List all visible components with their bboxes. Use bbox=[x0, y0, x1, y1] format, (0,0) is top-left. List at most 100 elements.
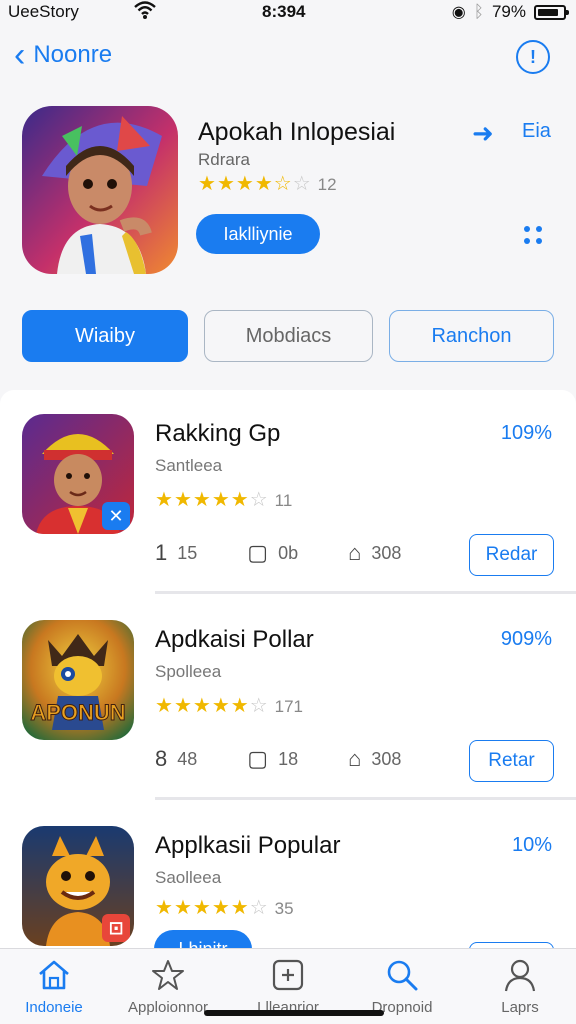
metric-icon: 8 bbox=[155, 746, 168, 771]
divider bbox=[155, 797, 576, 800]
star-icon: ★ bbox=[192, 489, 211, 511]
clock: 8:394 bbox=[262, 2, 306, 21]
category-tabs: Wiaiby Mobdiacs Ranchon bbox=[22, 310, 554, 364]
star-icon: ★ bbox=[254, 173, 273, 195]
tabbar-label: Indoneie bbox=[25, 999, 83, 1016]
app-title: Apdkaisi Pollar bbox=[155, 626, 314, 653]
empty-star-icon: ☆ bbox=[249, 695, 268, 717]
back-button[interactable]: ‹ Noonre bbox=[14, 38, 112, 72]
star-icon bbox=[150, 957, 186, 993]
featured-app-rating: ★ ★ ★ ★ ☆ ☆ 12 bbox=[198, 174, 337, 194]
star-icon: ★ bbox=[173, 897, 192, 919]
tab-ranchon[interactable]: Ranchon bbox=[389, 310, 554, 362]
person-icon bbox=[502, 957, 538, 993]
battery-label: 79% bbox=[491, 2, 526, 21]
rating-count: 11 bbox=[274, 490, 293, 510]
app-icon: APONUN bbox=[22, 620, 134, 740]
metric-value: 48 bbox=[177, 748, 198, 769]
empty-star-icon: ☆ bbox=[249, 897, 268, 919]
star-icon: ★ bbox=[211, 695, 230, 717]
app-list: ✕ Rakking Gp Santleea ★ ★ ★ ★ ★ ☆ 11 109… bbox=[0, 390, 576, 950]
empty-star-icon: ☆ bbox=[249, 489, 268, 511]
star-icon: ★ bbox=[173, 695, 192, 717]
info-icon: ! bbox=[530, 46, 536, 67]
tabbar-label: Apploionnor bbox=[127, 999, 209, 1016]
divider bbox=[155, 591, 576, 594]
home-indicator bbox=[204, 1010, 384, 1016]
tabbar-item-indoneie[interactable]: Indoneie bbox=[4, 957, 104, 1016]
app-percent: 909% bbox=[500, 628, 552, 650]
app-icon: ✕ bbox=[22, 414, 134, 534]
chevron-left-icon: ‹ bbox=[14, 36, 26, 74]
app-percent: 10% bbox=[511, 834, 552, 856]
star-icon: ★ bbox=[211, 897, 230, 919]
app-developer: Saolleea bbox=[155, 868, 222, 887]
back-label: Noonre bbox=[33, 41, 113, 68]
list-item[interactable]: APONUN Apdkaisi Pollar Spolleea ★ ★ ★ ★ … bbox=[0, 596, 576, 800]
empty-star-icon: ☆ bbox=[292, 173, 311, 195]
tabbar-item-apploionnor[interactable]: Apploionnor bbox=[118, 957, 218, 1016]
tab-wiaiby[interactable]: Wiaiby bbox=[22, 310, 188, 362]
metric-downloads: 8 48 bbox=[155, 746, 197, 772]
app-developer: Spolleea bbox=[155, 662, 222, 681]
featured-app-title: Apokah Inlopesiai bbox=[198, 118, 396, 146]
featured-app-icon[interactable] bbox=[22, 106, 178, 274]
app-install-button[interactable]: Lhinitr bbox=[154, 930, 252, 950]
half-star-icon: ☆ bbox=[273, 173, 292, 195]
star-icon: ★ bbox=[211, 489, 230, 511]
search-icon bbox=[384, 957, 420, 993]
tabbar-item-llleanrior[interactable]: Llleanrior bbox=[238, 957, 338, 1016]
metric-value: 0b bbox=[278, 542, 299, 563]
star-icon: ★ bbox=[192, 897, 211, 919]
featured-app-developer: Rdrara bbox=[198, 150, 250, 169]
metric-comments: ▢ 18 bbox=[247, 746, 298, 772]
location-icon: ◉ bbox=[451, 4, 466, 21]
star-icon: ★ bbox=[155, 897, 173, 919]
share-label[interactable]: Eia bbox=[522, 120, 551, 143]
list-item[interactable]: ✕ Rakking Gp Santleea ★ ★ ★ ★ ★ ☆ 11 109… bbox=[0, 390, 576, 594]
app-action-button[interactable]: Retar bbox=[469, 740, 554, 782]
metric-comments: ▢ 0b bbox=[247, 540, 298, 566]
rating-count: 35 bbox=[274, 898, 294, 918]
rating-count: 171 bbox=[274, 696, 303, 716]
star-icon: ★ bbox=[155, 489, 173, 511]
app-rating: ★ ★ ★ ★ ★ ☆ 35 bbox=[155, 898, 294, 918]
more-dots-icon[interactable] bbox=[524, 226, 542, 244]
metric-value: 18 bbox=[278, 748, 299, 769]
star-icon: ★ bbox=[198, 173, 216, 195]
share-arrow-icon[interactable]: ➜ bbox=[472, 118, 494, 149]
wifi-icon bbox=[134, 0, 156, 25]
star-icon: ★ bbox=[235, 173, 254, 195]
app-title: Rakking Gp bbox=[155, 420, 281, 447]
star-icon: ★ bbox=[155, 695, 173, 717]
gift-icon: ⊡ bbox=[102, 914, 130, 942]
app-metrics: 8 48 ▢ 18 ⌂ 308 bbox=[155, 746, 451, 772]
info-button[interactable]: ! bbox=[516, 40, 550, 74]
app-icon: ⊡ bbox=[22, 826, 134, 946]
app-rating: ★ ★ ★ ★ ★ ☆ 171 bbox=[155, 696, 303, 716]
tab-mobdiacs[interactable]: Mobdiacs bbox=[204, 310, 373, 362]
app-percent: 109% bbox=[500, 422, 552, 444]
star-icon: ★ bbox=[230, 489, 249, 511]
metric-icon: 1 bbox=[155, 540, 168, 565]
app-action-button[interactable]: Redar bbox=[469, 534, 554, 576]
metric-value: 15 bbox=[177, 542, 198, 563]
metric-size: ⌂ 308 bbox=[348, 746, 401, 772]
star-icon: ★ bbox=[230, 897, 249, 919]
package-icon: ⌂ bbox=[348, 746, 362, 771]
metric-value: 308 bbox=[371, 748, 402, 769]
app-title: Applkasii Popular bbox=[155, 832, 341, 859]
home-icon bbox=[36, 957, 72, 993]
tabbar-label: Laprs bbox=[501, 999, 539, 1016]
app-rating: ★ ★ ★ ★ ★ ☆ 11 bbox=[155, 490, 292, 510]
featured-get-button[interactable]: Iaklliynie bbox=[196, 214, 320, 254]
tabbar-item-laprs[interactable]: Laprs bbox=[470, 957, 570, 1016]
metric-size: ⌂ 308 bbox=[348, 540, 401, 566]
metric-value: 308 bbox=[371, 542, 402, 563]
star-icon: ★ bbox=[216, 173, 235, 195]
tabbar-item-dropnoid[interactable]: Dropnoid bbox=[352, 957, 452, 1016]
comment-icon: ▢ bbox=[247, 540, 269, 565]
list-item[interactable]: ⊡ Applkasii Popular Saolleea ★ ★ ★ ★ ★ ☆… bbox=[0, 802, 576, 950]
star-icon: ★ bbox=[173, 489, 192, 511]
app-icon-wordmark: APONUN bbox=[30, 700, 125, 725]
